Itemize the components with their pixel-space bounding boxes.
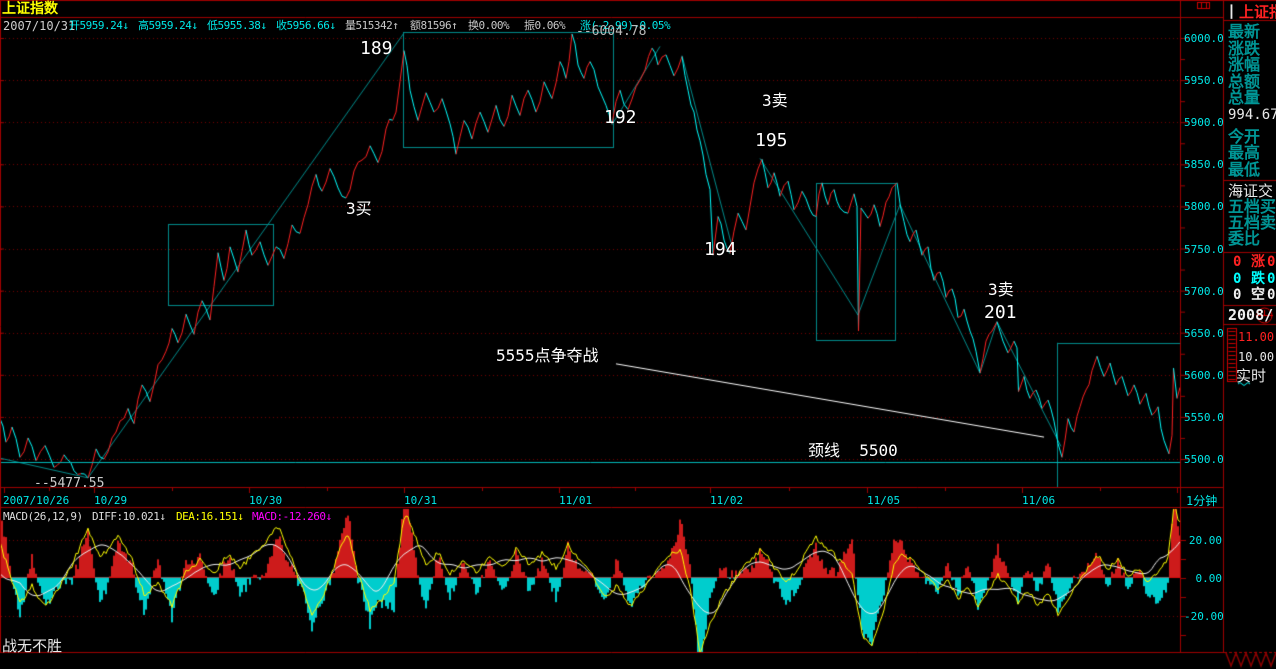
sidebar-value-mid: 10.00	[1238, 351, 1274, 363]
app-window: 上证指数 丨上证指数 1分钟 战无不胜 2007/10/31开5959.24↓高…	[0, 0, 1276, 669]
counter-label-0: 涨	[1251, 255, 1265, 269]
x-axis-date-3: 10/31	[404, 495, 437, 506]
chart-annotation-11: --5477.55	[34, 477, 104, 490]
macd-header-2: DEA:16.151↓	[176, 511, 243, 522]
chart-annotation-10: 颈线 5500	[808, 443, 898, 459]
quote-field-3: 收5956.66↓	[276, 20, 335, 31]
x-axis-date-7: 11/06	[1022, 495, 1055, 506]
counter-right-1: 0	[1267, 272, 1275, 286]
chart-annotation-5: 195	[755, 132, 788, 150]
chart-annotation-4: 3卖	[762, 93, 788, 109]
y-axis-tick-0: 6000.0	[1184, 33, 1222, 44]
counter-label-1: 跌	[1251, 272, 1265, 286]
y-axis-tick-10: 5500.0	[1184, 454, 1222, 465]
chart-annotation-0: 189	[360, 40, 393, 58]
slogan-text: 战无不胜	[2, 639, 62, 654]
chart-annotation-9: 5555点争夺战	[496, 348, 599, 364]
macd-header-3: MACD:-12.260↓	[252, 511, 332, 522]
chart-annotation-7: 3卖	[988, 282, 1014, 298]
sidebar-date-label: 2008/	[1228, 308, 1273, 323]
macd-axis-tick-2: -20.00	[1184, 611, 1222, 622]
quote-field-0: 开5959.24↓	[69, 20, 128, 31]
x-axis-date-4: 11/01	[559, 495, 592, 506]
sidebar-header: 丨上证指数	[1224, 1, 1276, 20]
counter-label-2: 空	[1251, 288, 1265, 302]
sidebar-label-涨幅: 涨幅	[1228, 57, 1260, 73]
sidebar-label-最高: 最高	[1228, 145, 1260, 161]
chart-annotation-6: 194	[704, 241, 737, 259]
x-axis-date-0: 2007/10/26	[3, 495, 69, 506]
y-axis-tick-6: 5700.0	[1184, 286, 1222, 297]
x-axis-date-1: 10/29	[94, 495, 127, 506]
period-selector[interactable]: 1分钟	[1186, 495, 1217, 507]
counter-left-1: 0	[1233, 272, 1241, 286]
chart-annotation-1: --6004.78	[576, 25, 646, 38]
counter-right-0: 0	[1267, 255, 1275, 269]
quote-field-1: 高5959.24↓	[138, 20, 197, 31]
quote-field-6: 换0.00%	[468, 20, 509, 31]
y-axis-tick-2: 5900.0	[1184, 117, 1222, 128]
quote-field-7: 振0.06%	[524, 20, 565, 31]
macd-header-0: MACD(26,12,9)	[3, 511, 83, 522]
sidebar-label-最低: 最低	[1228, 162, 1260, 178]
quote-field-2: 低5955.38↓	[207, 20, 266, 31]
chart-canvas	[0, 0, 1276, 669]
sidebar-header-bar: 丨	[1224, 3, 1239, 20]
realtime-mode-button[interactable]: 实时	[1236, 369, 1266, 384]
counter-left-2: 0	[1233, 288, 1241, 302]
sidebar-value-high: 11.00	[1238, 331, 1274, 343]
macd-axis-tick-1: 0.00	[1184, 573, 1222, 584]
sidebar-label-总量: 总量	[1228, 90, 1260, 106]
counter-left-0: 0	[1233, 255, 1241, 269]
y-axis-tick-4: 5800.0	[1184, 201, 1222, 212]
counter-right-2: 0	[1267, 288, 1275, 302]
quote-date: 2007/10/31	[3, 20, 75, 32]
macd-header-1: DIFF:10.021↓	[92, 511, 165, 522]
sidebar-label-最新: 最新	[1228, 24, 1260, 40]
quote-field-4: 量515342↑	[345, 20, 398, 31]
y-axis-tick-3: 5850.0	[1184, 159, 1222, 170]
sidebar-title: 上证指数	[1239, 3, 1276, 20]
sidebar-label-委比: 委比	[1228, 231, 1260, 247]
x-axis-date-2: 10/30	[249, 495, 282, 506]
y-axis-tick-7: 5650.0	[1184, 328, 1222, 339]
page-title: 上证指数	[2, 2, 58, 16]
x-axis-date-5: 11/02	[710, 495, 743, 506]
chart-annotation-3: 3买	[346, 201, 372, 217]
macd-axis-tick-0: 20.00	[1184, 535, 1222, 546]
y-axis-tick-8: 5600.0	[1184, 370, 1222, 381]
x-axis-date-6: 11/05	[867, 495, 900, 506]
chart-annotation-8: 201	[984, 304, 1017, 322]
quote-field-5: 额81596↑	[410, 20, 457, 31]
y-axis-tick-9: 5550.0	[1184, 412, 1222, 423]
sidebar-total-volume-value: 994.67	[1228, 108, 1276, 122]
y-axis-tick-5: 5750.0	[1184, 244, 1222, 255]
y-axis-tick-1: 5950.0	[1184, 75, 1222, 86]
chart-annotation-2: 192	[604, 109, 637, 127]
